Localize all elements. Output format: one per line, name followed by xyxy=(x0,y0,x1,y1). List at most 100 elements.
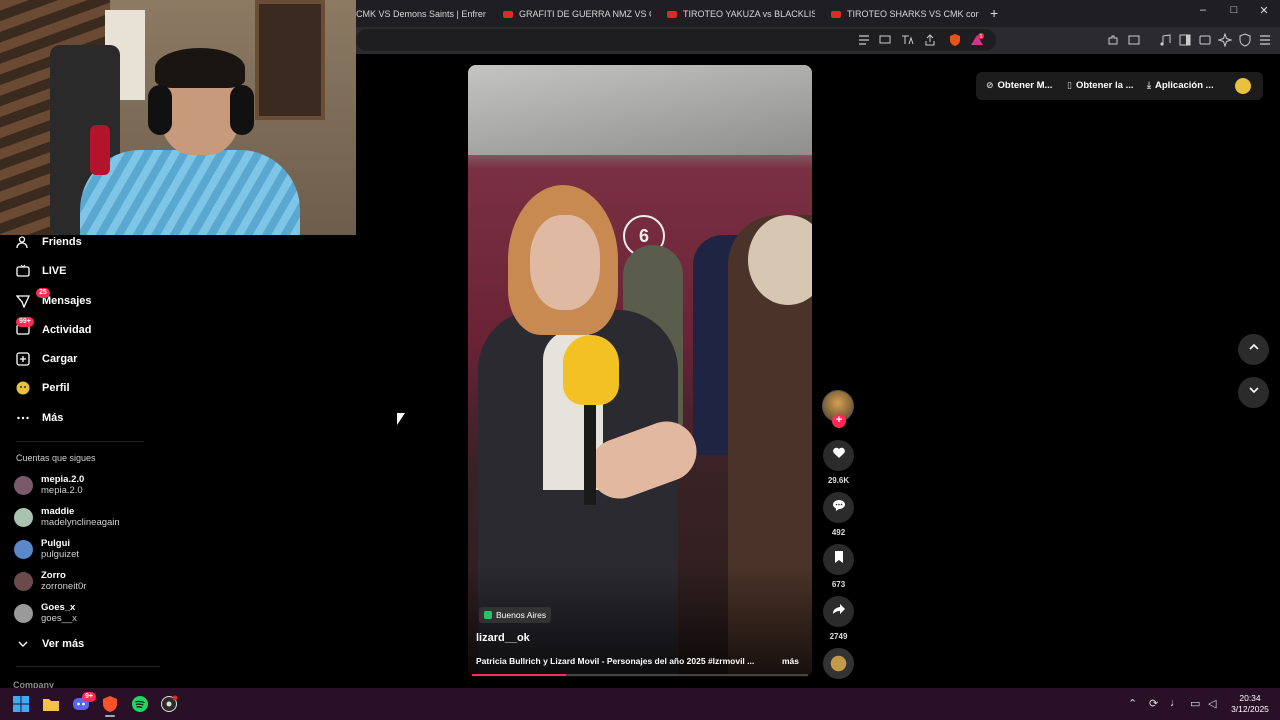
get-coins-button[interactable]: ⊘ Obtener M... xyxy=(986,80,1052,91)
active-app-indicator xyxy=(105,715,115,717)
friends-icon xyxy=(16,235,30,249)
previous-video-button[interactable] xyxy=(1238,334,1269,365)
system-clock[interactable]: 20:34 3/12/2025 xyxy=(1224,693,1276,715)
account-username: pulguizet xyxy=(41,549,80,560)
heart-icon xyxy=(832,446,846,465)
translate-icon[interactable] xyxy=(900,33,914,47)
browser-tab[interactable]: TIROTEO YAKUZA vs BLACKLIST | GRA xyxy=(667,4,815,24)
account-name: Zorro xyxy=(41,570,66,581)
new-tab-button[interactable]: + xyxy=(990,5,998,21)
caption-more-link[interactable]: más xyxy=(782,656,799,666)
next-video-button[interactable] xyxy=(1238,377,1269,408)
video-progress-bar[interactable] xyxy=(472,674,808,676)
wallet-icon[interactable] xyxy=(1198,33,1212,47)
get-app-button[interactable]: ▯ Obtener la ... xyxy=(1067,80,1134,91)
menu-icon[interactable] xyxy=(1258,33,1272,47)
sidebar-item-live[interactable]: LIVE xyxy=(16,260,66,282)
browser-tab[interactable]: GRAFITI DE GUERRA NMZ VS CMK | E xyxy=(503,4,651,24)
sidebar-item-activity[interactable]: 99+ Actividad xyxy=(16,317,92,341)
video-caption: Patricia Bullrich y Lizard Movil - Perso… xyxy=(476,656,755,666)
sidebar-toggle-icon[interactable] xyxy=(1178,33,1192,47)
microphone-icon[interactable]: ♩ xyxy=(1170,697,1181,709)
brave-shield-icon[interactable] xyxy=(948,33,962,47)
sidebar-item-friends[interactable]: Friends xyxy=(16,231,82,253)
sidebar-item-messages[interactable]: 25 Mensajes xyxy=(15,288,92,312)
user-avatar[interactable] xyxy=(1235,78,1251,94)
sidebar-item-label: Más xyxy=(42,412,64,424)
followed-account[interactable]: Goes_x goes__x xyxy=(14,600,77,626)
followed-account[interactable]: Pulgui pulguizet xyxy=(14,536,79,562)
rewards-icon[interactable]: 1 xyxy=(970,33,984,47)
upload-icon xyxy=(16,352,30,366)
account-name: maddie xyxy=(41,506,75,517)
youtube-icon xyxy=(667,10,677,18)
obs-icon[interactable] xyxy=(160,695,178,713)
like-count: 29.6K xyxy=(827,476,850,485)
display-icon[interactable]: ▭ xyxy=(1190,697,1200,710)
account-username: mepia.2.0 xyxy=(41,485,83,496)
close-window-button[interactable]: ✕ xyxy=(1254,4,1274,17)
brave-browser-icon[interactable] xyxy=(101,695,119,713)
following-section-title: Cuentas que sigues xyxy=(16,453,96,463)
profile-icon xyxy=(16,381,30,395)
comment-count: 492 xyxy=(831,528,846,537)
leo-ai-icon[interactable] xyxy=(1217,32,1233,48)
media-icon[interactable] xyxy=(1158,33,1172,47)
tab-title: GRAFITI DE GUERRA NMZ VS CMK | E xyxy=(519,9,651,19)
screenshot-icon[interactable] xyxy=(1127,33,1141,47)
account-name: mepia.2.0 xyxy=(41,474,85,485)
share-count: 2749 xyxy=(829,632,848,641)
follow-button[interactable]: + xyxy=(832,414,846,428)
activity-icon: 99+ xyxy=(16,317,34,337)
share-button[interactable] xyxy=(823,596,854,627)
browser-tab[interactable]: TIROTEO SHARKS VS CMK con ARMA xyxy=(831,4,979,24)
avatar xyxy=(14,571,33,591)
share-icon[interactable] xyxy=(923,33,937,47)
sidebar-item-label: Actividad xyxy=(42,324,92,336)
windows-start-icon[interactable] xyxy=(12,695,30,713)
comment-icon xyxy=(832,498,846,517)
sync-icon[interactable]: ⟳ xyxy=(1149,697,1158,710)
sidebar-item-upload[interactable]: Cargar xyxy=(16,348,77,370)
file-explorer-icon[interactable] xyxy=(42,695,60,713)
save-button[interactable] xyxy=(823,544,854,575)
followed-account[interactable]: Zorro zorroneit0r xyxy=(14,568,86,594)
tab-title: TIROTEO YAKUZA vs BLACKLIST | GRA xyxy=(683,9,815,19)
like-button[interactable] xyxy=(823,440,854,471)
tray-overflow-icon[interactable]: ⌃ xyxy=(1128,697,1137,710)
account-name: Pulgui xyxy=(41,538,71,549)
sidebar-item-label: LIVE xyxy=(42,265,67,277)
comment-button[interactable] xyxy=(823,492,854,523)
cast-icon[interactable] xyxy=(878,33,892,47)
get-coins-label: Obtener M... xyxy=(997,80,1053,91)
avatar xyxy=(14,507,33,527)
sidebar-item-profile[interactable]: Perfil xyxy=(16,377,70,399)
maximize-button[interactable]: □ xyxy=(1224,4,1244,16)
account-username: zorroneit0r xyxy=(41,581,87,592)
video-author[interactable]: lizard__ok xyxy=(476,632,530,644)
reader-mode-icon[interactable] xyxy=(857,33,871,47)
browser-tab[interactable]: CMK VS Demons Saints | Enfrentamien xyxy=(356,4,486,24)
messages-icon: 25 xyxy=(15,288,50,309)
avatar xyxy=(14,539,33,559)
location-pin-icon xyxy=(484,611,492,619)
live-icon xyxy=(16,264,30,278)
see-more-button[interactable]: Ver más xyxy=(16,633,84,655)
spotify-icon[interactable] xyxy=(131,695,149,713)
music-disc[interactable] xyxy=(823,648,854,679)
minimize-button[interactable]: – xyxy=(1193,4,1213,16)
location-label: Buenos Aires xyxy=(496,610,547,620)
video-player[interactable]: 6 xyxy=(468,65,812,677)
desktop-app-button[interactable]: ⤓ Aplicación ... xyxy=(1147,80,1214,91)
extensions-icon[interactable] xyxy=(1106,33,1120,47)
followed-account[interactable]: maddie madelynclineagain xyxy=(14,504,120,530)
extension-badge: 1 xyxy=(980,34,983,40)
volume-icon[interactable]: ◁ xyxy=(1208,697,1216,710)
location-tag[interactable]: Buenos Aires xyxy=(479,607,552,623)
discord-icon[interactable]: 9+ xyxy=(72,692,96,713)
sidebar-item-more[interactable]: Más xyxy=(16,407,63,429)
vpn-shield-icon[interactable] xyxy=(1238,33,1252,47)
bookmark-icon xyxy=(832,550,846,569)
mouse-cursor-icon xyxy=(397,413,405,425)
followed-account[interactable]: mepia.2.0 mepia.2.0 xyxy=(14,472,84,498)
